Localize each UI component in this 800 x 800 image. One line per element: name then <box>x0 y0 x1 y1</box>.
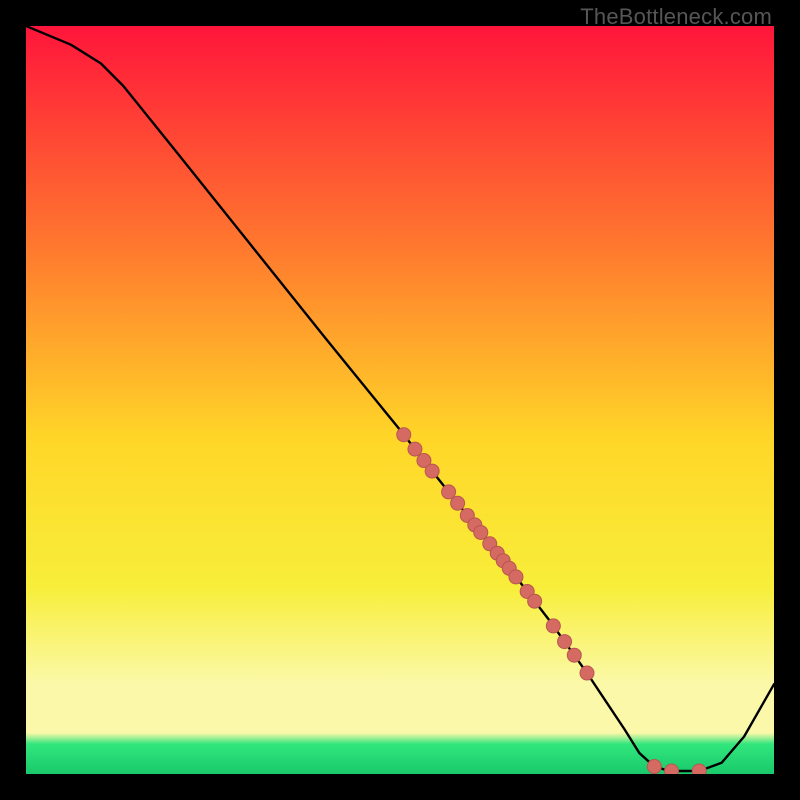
curve-dot <box>509 570 523 584</box>
curve-dot <box>408 442 422 456</box>
chart-background <box>26 26 774 774</box>
curve-dot <box>425 464 439 478</box>
curve-dot <box>665 764 679 774</box>
curve-dot <box>567 648 581 662</box>
curve-dot <box>528 594 542 608</box>
curve-dot <box>451 496 465 510</box>
curve-dot <box>546 619 560 633</box>
curve-dot <box>692 764 706 774</box>
curve-dot <box>580 666 594 680</box>
curve-dot <box>474 525 488 539</box>
chart-frame <box>26 26 774 774</box>
curve-dot <box>442 485 456 499</box>
bottleneck-chart <box>26 26 774 774</box>
curve-dot <box>558 635 572 649</box>
curve-dot <box>647 760 661 774</box>
curve-dot <box>397 428 411 442</box>
